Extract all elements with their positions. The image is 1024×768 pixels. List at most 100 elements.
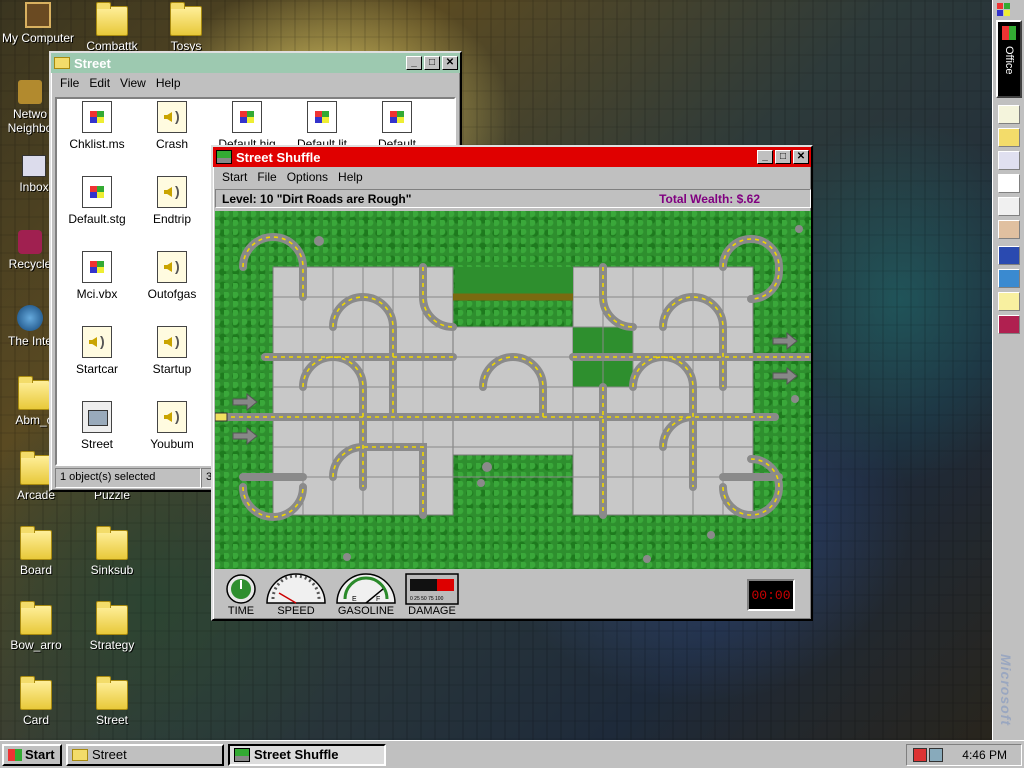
message-icon[interactable]	[998, 151, 1020, 170]
street-window-titlebar[interactable]: Street _ □ ✕	[51, 53, 460, 73]
speedometer-icon	[266, 573, 326, 604]
folder-icon	[20, 601, 52, 635]
minimize-button[interactable]: _	[406, 56, 422, 70]
appointment-icon[interactable]	[998, 174, 1020, 193]
sound-icon	[157, 176, 187, 208]
clock[interactable]: 4:46 PM	[962, 748, 1007, 762]
arrow-right-upper	[772, 331, 798, 351]
file-item-crash[interactable]: Crash	[134, 101, 210, 151]
start-button[interactable]: Start	[2, 743, 62, 766]
sound-icon	[157, 101, 187, 133]
taskbar-button-street[interactable]: Street	[66, 743, 224, 766]
task-icon[interactable]	[998, 197, 1020, 216]
file-item-default-hig[interactable]: Default.hig	[209, 101, 285, 151]
desktop-icon-board[interactable]: Board	[0, 526, 74, 577]
volume-icon[interactable]	[929, 747, 943, 762]
document-icon	[382, 101, 412, 133]
menu-help[interactable]: Help	[333, 170, 368, 184]
file-item-endtrip[interactable]: Endtrip	[134, 176, 210, 226]
help-icon[interactable]	[998, 292, 1020, 311]
desktop-icon-sinksub[interactable]: Sinksub	[74, 526, 150, 577]
system-tray: 4:46 PM	[906, 743, 1022, 766]
globe-icon	[17, 305, 43, 331]
arrow-left-upper	[232, 392, 258, 412]
elapsed-timer: 00:00	[747, 579, 795, 611]
street-shuffle-window: Street Shuffle _ □ ✕ Start File Options …	[211, 145, 813, 621]
new-document-icon[interactable]	[998, 105, 1020, 124]
taskbar-button-street-shuffle[interactable]: Street Shuffle	[228, 743, 386, 766]
total-wealth: Total Wealth: $.62	[659, 191, 760, 206]
desktop-icon-combattk[interactable]: Combattk	[74, 2, 150, 53]
minimize-button[interactable]: _	[757, 150, 773, 164]
inbox-icon	[22, 155, 46, 177]
menu-start[interactable]: Start	[217, 170, 252, 184]
microsoft-network-icon[interactable]	[998, 246, 1020, 265]
office-button[interactable]: Office	[996, 20, 1022, 98]
arrow-left-lower	[232, 426, 258, 446]
contact-icon[interactable]	[998, 220, 1020, 239]
maximize-button[interactable]: □	[424, 56, 440, 70]
file-item-startcar[interactable]: Startcar	[59, 326, 135, 376]
folder-icon	[96, 676, 128, 710]
sound-icon	[157, 326, 187, 358]
microsoft-watermark: Microsoft	[998, 654, 1014, 726]
window-title: Street	[74, 55, 111, 71]
desktop-icon-street[interactable]: Street	[74, 676, 150, 727]
menu-options[interactable]: Options	[282, 170, 333, 184]
desktop-icon-my-computer[interactable]: My Computer	[0, 2, 76, 45]
menu-view[interactable]: View	[115, 76, 151, 90]
windows-logo-icon	[8, 748, 22, 761]
file-item-default-stg[interactable]: Default.stg	[59, 176, 135, 226]
document-icon	[307, 101, 337, 133]
sound-icon	[157, 251, 187, 283]
file-item-mci-vbx[interactable]: Mci.vbx	[59, 251, 135, 301]
close-button[interactable]: ✕	[793, 150, 809, 164]
menu-file[interactable]: File	[55, 76, 84, 90]
grass-hole-top	[455, 267, 573, 297]
maximize-button[interactable]: □	[775, 150, 791, 164]
close-button[interactable]: ✕	[442, 56, 458, 70]
desktop-icon-card[interactable]: Card	[0, 676, 74, 727]
player-car	[215, 412, 228, 422]
application-icon	[82, 401, 112, 433]
desktop-icon-bow-arro[interactable]: Bow_arro	[0, 601, 74, 652]
folder-icon	[96, 526, 128, 560]
file-item-default-lit[interactable]: Default.lit	[284, 101, 360, 151]
desktop-icon-strategy[interactable]: Strategy	[74, 601, 150, 652]
folder-icon	[170, 2, 202, 36]
file-item-outofgas[interactable]: Outofgas	[134, 251, 210, 301]
open-folder-icon[interactable]	[998, 128, 1020, 147]
folder-icon	[96, 2, 128, 36]
sound-icon	[82, 326, 112, 358]
gas-empty-label: E	[352, 596, 357, 603]
document-icon	[82, 176, 112, 208]
game-board[interactable]	[215, 211, 811, 569]
sound-icon	[157, 401, 187, 433]
game-window-titlebar[interactable]: Street Shuffle _ □ ✕	[213, 147, 811, 167]
network-icon	[18, 80, 42, 104]
scheduler-icon[interactable]	[913, 747, 927, 762]
folder-icon	[96, 601, 128, 635]
document-icon	[82, 251, 112, 283]
menu-file[interactable]: File	[252, 170, 281, 184]
file-item-default[interactable]: Default	[359, 101, 435, 151]
game-menubar: Start File Options Help	[213, 167, 811, 187]
window-title: Street Shuffle	[236, 149, 321, 165]
gauge-panel: TIME SPEED E F GASOLINE 0 25 50 75 100 D…	[215, 571, 811, 619]
document-icon	[232, 101, 262, 133]
file-item-street[interactable]: Street	[59, 401, 135, 451]
taskbar: Start Street Street Shuffle 4:46 PM	[0, 740, 1024, 768]
office-logo-icon	[997, 3, 1011, 17]
internet-icon[interactable]	[998, 269, 1020, 288]
file-item-chklist[interactable]: Chklist.ms	[59, 101, 135, 151]
folder-icon	[20, 676, 52, 710]
menu-help[interactable]: Help	[151, 76, 186, 90]
folder-icon	[72, 748, 88, 761]
file-item-youbum[interactable]: Youbum	[134, 401, 210, 451]
damage-meter-icon: 0 25 50 75 100	[405, 573, 459, 605]
desktop-icon-tosys[interactable]: Tosys	[148, 2, 224, 53]
level-info-bar: Level: 10 "Dirt Roads are Rough" Total W…	[215, 189, 811, 208]
book-icon[interactable]	[998, 315, 1020, 334]
file-item-startup[interactable]: Startup	[134, 326, 210, 376]
menu-edit[interactable]: Edit	[84, 76, 115, 90]
